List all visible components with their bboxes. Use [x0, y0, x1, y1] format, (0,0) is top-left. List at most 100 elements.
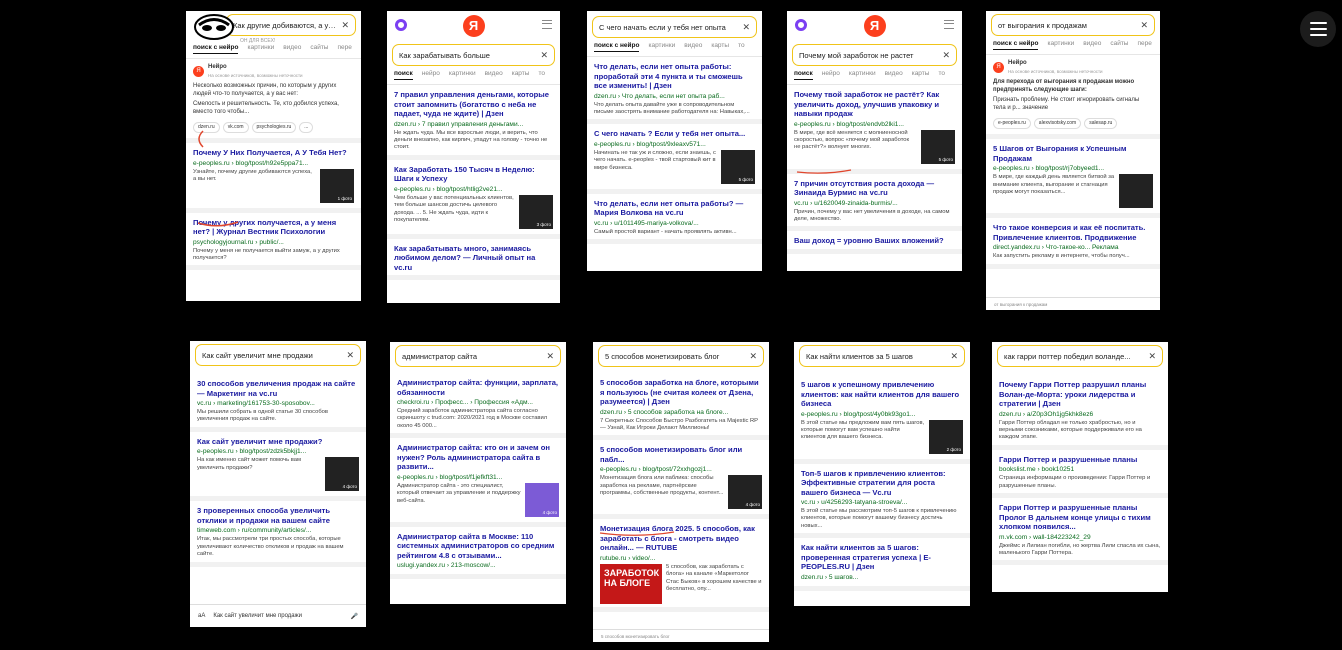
search-result[interactable]: 5 способов монетизировать блог или пабл.… — [593, 440, 769, 520]
bottom-search-bar[interactable]: 5 способов монетизировать блог — [593, 629, 769, 642]
neuro-icon: Я — [193, 66, 204, 78]
bottom-search-bar[interactable]: от выгорания к продажам — [986, 297, 1160, 310]
source-chip[interactable]: alexvisotsky.com — [1033, 117, 1082, 130]
microphone-icon[interactable]: 🎤 — [351, 613, 358, 620]
search-result[interactable]: С чего начать ? Если у тебя нет опыта...… — [587, 124, 762, 194]
search-result[interactable]: Почему Гарри Поттер разрушил планы Волан… — [992, 375, 1168, 450]
tab[interactable]: карты — [912, 70, 930, 80]
search-result[interactable]: Администратор сайта в Москве: 110 систем… — [390, 527, 566, 580]
search-tabs: поиск с нейро картинки видео карты то — [587, 42, 762, 57]
search-result[interactable]: 5 Шагов от Выгорания к Успешным Продажам… — [986, 139, 1160, 219]
source-chip[interactable]: salesap.ru — [1084, 117, 1118, 130]
tab[interactable]: видео — [1083, 40, 1101, 50]
search-result[interactable]: Администратор сайта: функции, зарплата, … — [390, 373, 566, 439]
tab[interactable]: пере — [337, 44, 351, 54]
tab[interactable]: поиск — [394, 70, 413, 80]
hamburger-icon[interactable] — [944, 20, 954, 29]
result-thumbnail: 5 фото — [921, 129, 955, 164]
source-chip[interactable]: e-peoples.ru — [993, 117, 1031, 130]
tab[interactable]: сайты — [1110, 40, 1128, 50]
search-result[interactable]: Что делать, если нет опыта работы? — Мар… — [587, 194, 762, 245]
text-size-button[interactable]: аА — [198, 613, 205, 619]
tab[interactable]: видео — [283, 44, 301, 54]
tab[interactable]: поиск с нейро — [993, 40, 1039, 50]
screenshot-3: С чего начать если у тебя нет опыта ✕ пои… — [587, 11, 762, 271]
menu-button[interactable] — [1300, 11, 1336, 47]
tab[interactable]: картинки — [247, 44, 274, 54]
alice-icon[interactable] — [395, 19, 407, 31]
tab[interactable]: видео — [485, 70, 503, 80]
bottom-search-bar[interactable]: аА Как сайт увеличит мне продажи 🎤 — [190, 604, 366, 627]
tab[interactable]: поиск с нейро — [193, 44, 239, 54]
search-result[interactable]: Ваш доход = уровню Ваших вложений? — [787, 231, 962, 254]
tab[interactable]: поиск — [794, 70, 813, 80]
neuro-answer: Я Нейро На основе источников, возможны нет… — [186, 59, 361, 144]
search-result[interactable]: 5 способов заработка на блоге, которыми … — [593, 373, 769, 441]
tab[interactable]: видео — [684, 42, 702, 52]
search-result[interactable]: 5 шагов к успешному привлечению клиентов… — [794, 375, 970, 464]
search-result[interactable]: Как Заработать 150 Тысяч в Неделю: Шаги … — [387, 160, 560, 239]
video-thumbnail[interactable]: ЗАРАБОТОК НА БЛОГЕ — [600, 563, 662, 604]
source-chip[interactable]: psychologies.ru — [251, 121, 297, 134]
tab[interactable]: карты — [711, 42, 729, 52]
tab[interactable]: видео — [885, 70, 903, 80]
tab[interactable]: то — [738, 42, 745, 52]
hamburger-icon[interactable] — [542, 20, 552, 29]
search-result[interactable]: Как найти клиентов за 5 шагов: проверенн… — [794, 538, 970, 591]
search-input[interactable]: Как другие добиваются, а у ме... ✕ — [226, 14, 356, 36]
source-chip[interactable]: dzen.ru — [193, 121, 220, 134]
result-thumbnail: 4 фото — [728, 475, 762, 510]
search-result[interactable]: Почему твой заработок не растёт? Как уве… — [787, 85, 962, 174]
clear-icon[interactable]: ✕ — [942, 50, 950, 61]
search-input[interactable]: С чего начать если у тебя нет опыта ✕ — [592, 16, 757, 38]
search-input[interactable]: 5 способов монетизировать блог ✕ — [598, 345, 764, 367]
search-input[interactable]: Почему мой заработок не растет ✕ — [792, 44, 957, 66]
tab[interactable]: картинки — [648, 42, 675, 52]
search-result[interactable]: Монетизация блога 2025. 5 способов, как … — [593, 519, 769, 612]
tab[interactable]: сайты — [310, 44, 328, 54]
search-input[interactable]: Как найти клиентов за 5 шагов ✕ — [799, 345, 965, 367]
source-chip[interactable]: vk.com — [222, 121, 249, 134]
search-input[interactable]: Как зарабатывать больше ✕ — [392, 44, 555, 66]
tab[interactable]: пере — [1137, 40, 1151, 50]
search-result[interactable]: Что делать, если нет опыта работы: прора… — [587, 57, 762, 125]
tab[interactable]: карты — [512, 70, 530, 80]
search-input[interactable]: Как сайт увеличит мне продажи ✕ — [195, 344, 361, 366]
clear-icon[interactable]: ✕ — [742, 22, 750, 33]
search-input[interactable]: от выгорания к продажам ✕ — [991, 14, 1155, 36]
screenshot-2: Я Как зарабатывать больше ✕ поиск нейро к… — [387, 11, 560, 303]
tab[interactable]: нейро — [822, 70, 840, 80]
clear-icon[interactable]: ✕ — [546, 351, 554, 362]
search-result[interactable]: Как сайт увеличит мне продажи? e-peoples… — [190, 432, 366, 502]
clear-icon[interactable]: ✕ — [540, 50, 548, 61]
search-result[interactable]: Что такое конверсия и как её поспитать. … — [986, 218, 1160, 269]
search-result[interactable]: Гарри Поттер и разрушенные планы booksli… — [992, 450, 1168, 499]
search-result[interactable]: Топ-5 шагов к привлечению клиентов: Эффе… — [794, 464, 970, 539]
clear-icon[interactable]: ✕ — [950, 351, 958, 362]
search-input[interactable]: администратор сайта ✕ — [395, 345, 561, 367]
search-result[interactable]: 7 правил управления деньгами, которые ст… — [387, 85, 560, 160]
search-input[interactable]: как гарри поттер победил воланде... ✕ — [997, 345, 1163, 367]
source-chip[interactable]: ... — [299, 121, 314, 134]
tab[interactable]: нейро — [422, 70, 440, 80]
tab[interactable]: то — [538, 70, 545, 80]
tab[interactable]: то — [938, 70, 945, 80]
search-result[interactable]: Как зарабатывать много, занимаясь любимо… — [387, 239, 560, 281]
clear-icon[interactable]: ✕ — [346, 350, 354, 361]
clear-icon[interactable]: ✕ — [1140, 20, 1148, 31]
tab[interactable]: картинки — [849, 70, 876, 80]
clear-icon[interactable]: ✕ — [1148, 351, 1156, 362]
search-result[interactable]: Почему У Них Получается, А У Тебя Нет? e… — [186, 143, 361, 213]
search-result[interactable]: 7 причин отсутствия роста дохода — Зинаи… — [787, 174, 962, 232]
search-result[interactable]: 30 способов увеличения продаж на сайте —… — [190, 374, 366, 432]
search-result[interactable]: 3 проверенных способа увеличить отклики … — [190, 501, 366, 567]
alice-icon[interactable] — [795, 19, 807, 31]
clear-icon[interactable]: ✕ — [341, 20, 349, 31]
tab[interactable]: поиск с нейро — [594, 42, 640, 52]
search-result[interactable]: Гарри Поттер и разрушенные планы Пролог … — [992, 498, 1168, 566]
clear-icon[interactable]: ✕ — [749, 351, 757, 362]
search-result[interactable]: Администратор сайта: кто он и зачем он н… — [390, 438, 566, 527]
tab[interactable]: картинки — [1047, 40, 1074, 50]
search-result[interactable]: Почему у других получается, а у меня нет… — [186, 213, 361, 271]
tab[interactable]: картинки — [449, 70, 476, 80]
